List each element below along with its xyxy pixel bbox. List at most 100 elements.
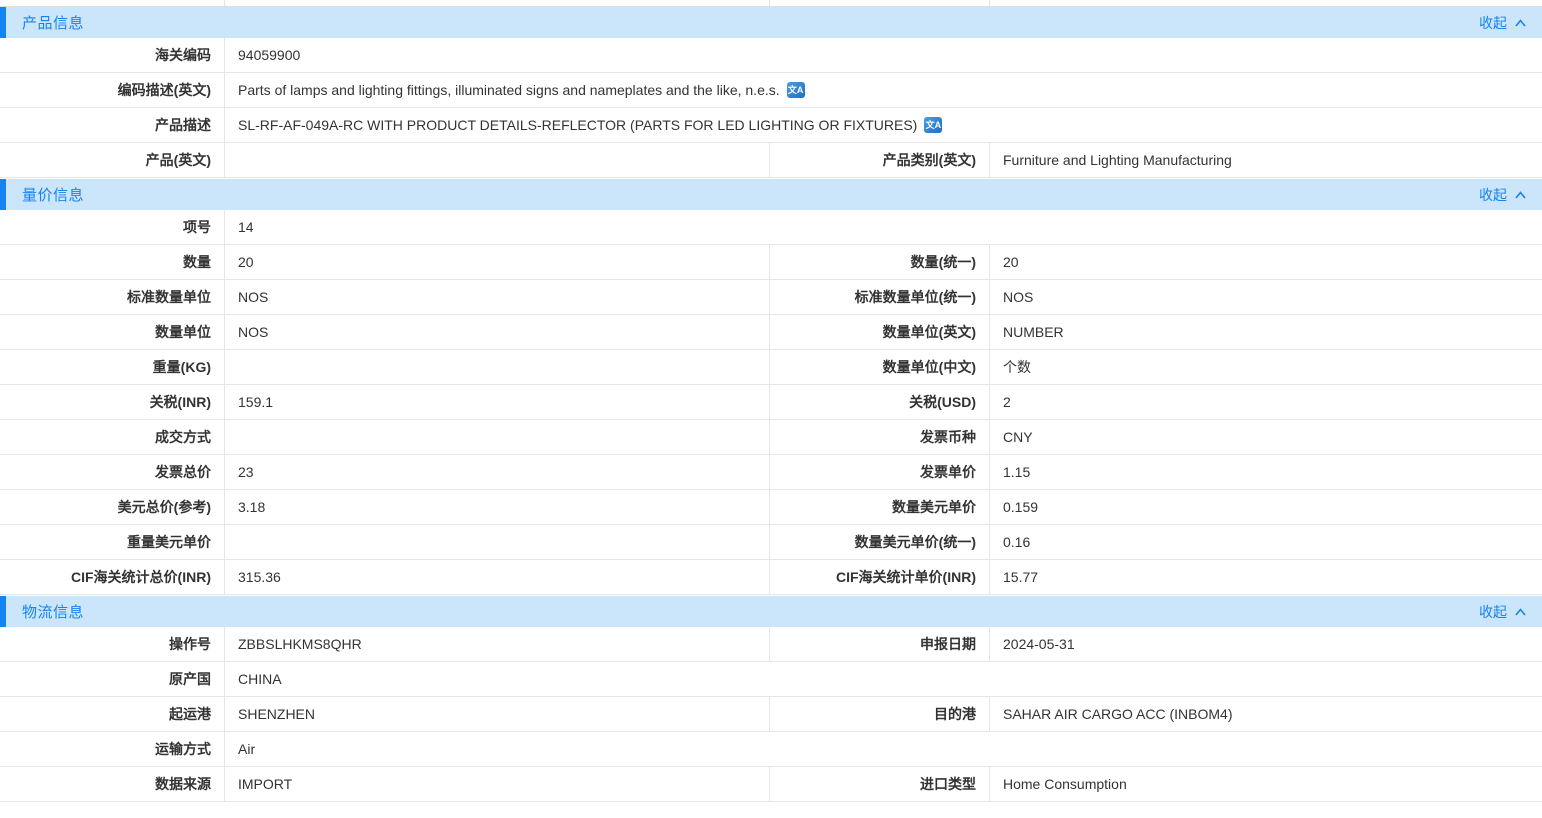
field-label: 数量单位 bbox=[0, 315, 225, 349]
field-label: 数量美元单价(统一) bbox=[770, 525, 990, 559]
field-value: Furniture and Lighting Manufacturing bbox=[990, 143, 1542, 177]
field-value-text: ZBBSLHKMS8QHR bbox=[238, 636, 362, 652]
field-value-text: 20 bbox=[1003, 254, 1019, 270]
field-value: 20 bbox=[225, 245, 770, 279]
field-label: 编码描述(英文) bbox=[0, 73, 225, 107]
field-label: 运输方式 bbox=[0, 732, 225, 766]
collapse-button[interactable]: 收起 bbox=[1479, 13, 1527, 33]
field-value-text: 0.16 bbox=[1003, 534, 1030, 550]
table-row: 操作号ZBBSLHKMS8QHR申报日期2024-05-31 bbox=[0, 627, 1542, 662]
translate-icon[interactable]: 文A bbox=[787, 82, 805, 98]
field-value: 3.18 bbox=[225, 490, 770, 524]
field-value: 315.36 bbox=[225, 560, 770, 594]
field-value: SHENZHEN bbox=[225, 697, 770, 731]
field-value: IMPORT bbox=[225, 767, 770, 801]
table-row: 关税(INR)159.1关税(USD) 2 bbox=[0, 385, 1542, 420]
field-value-text: NOS bbox=[238, 324, 268, 340]
chevron-up-icon bbox=[1514, 17, 1527, 29]
field-value-text: 23 bbox=[238, 464, 254, 480]
translate-icon[interactable]: 文A bbox=[924, 117, 942, 133]
field-value: Home Consumption bbox=[990, 767, 1542, 801]
field-label: 关税(USD) bbox=[770, 385, 990, 419]
table-row: 美元总价(参考)3.18数量美元单价0.159 bbox=[0, 490, 1542, 525]
field-value-text: 315.36 bbox=[238, 569, 281, 585]
field-label: 数量 bbox=[0, 245, 225, 279]
field-value: Parts of lamps and lighting fittings, il… bbox=[225, 73, 1542, 107]
field-value: 2024-05-31 bbox=[990, 627, 1542, 661]
table-row: 数据来源IMPORT进口类型Home Consumption bbox=[0, 767, 1542, 802]
collapse-label: 收起 bbox=[1479, 13, 1507, 33]
field-value-text: Parts of lamps and lighting fittings, il… bbox=[238, 82, 780, 98]
table-row: 数量20数量(统一)20 bbox=[0, 245, 1542, 280]
field-value: SL-RF-AF-049A-RC WITH PRODUCT DETAILS-RE… bbox=[225, 108, 1542, 142]
field-value-text: NUMBER bbox=[1003, 324, 1064, 340]
field-value bbox=[225, 143, 770, 177]
field-label: 发票总价 bbox=[0, 455, 225, 489]
field-value-text: CHINA bbox=[238, 671, 282, 687]
chevron-up-icon bbox=[1514, 606, 1527, 618]
field-label: 美元总价(参考) bbox=[0, 490, 225, 524]
field-value-text: IMPORT bbox=[238, 776, 292, 792]
section-header: 量价信息 收起 bbox=[0, 179, 1542, 210]
clipped-cell bbox=[770, 0, 990, 6]
field-label: 产品描述 bbox=[0, 108, 225, 142]
field-label: 产品类别(英文) bbox=[770, 143, 990, 177]
collapse-label: 收起 bbox=[1479, 185, 1507, 205]
table-row: 产品描述 SL-RF-AF-049A-RC WITH PRODUCT DETAIL… bbox=[0, 108, 1542, 143]
table-row: 原产国CHINA bbox=[0, 662, 1542, 697]
sections-container: 产品信息收起海关编码94059900编码描述(英文)Parts of lamps… bbox=[0, 7, 1542, 802]
field-value: 14 bbox=[225, 210, 1542, 244]
field-label: CIF海关统计总价(INR) bbox=[0, 560, 225, 594]
field-value bbox=[225, 525, 770, 559]
field-value-text: 94059900 bbox=[238, 47, 300, 63]
field-value: 94059900 bbox=[225, 38, 1542, 72]
field-value-text: 2024-05-31 bbox=[1003, 636, 1075, 652]
clipped-cell bbox=[225, 0, 770, 6]
collapse-button[interactable]: 收起 bbox=[1479, 185, 1527, 205]
table-row: 标准数量单位NOS标准数量单位(统一)NOS bbox=[0, 280, 1542, 315]
field-value-text: SAHAR AIR CARGO ACC (INBOM4) bbox=[1003, 706, 1232, 722]
table-row: 产品(英文)产品类别(英文)Furniture and Lighting Man… bbox=[0, 143, 1542, 178]
field-value-text: SL-RF-AF-049A-RC WITH PRODUCT DETAILS-RE… bbox=[238, 117, 917, 133]
field-label: 标准数量单位 bbox=[0, 280, 225, 314]
table-row: 重量(KG)数量单位(中文)个数 bbox=[0, 350, 1542, 385]
field-value: Air bbox=[225, 732, 1542, 766]
field-label: 标准数量单位(统一) bbox=[770, 280, 990, 314]
table-row: 重量美元单价 数量美元单价(统一) 0.16 bbox=[0, 525, 1542, 560]
table-row: 发票总价23发票单价1.15 bbox=[0, 455, 1542, 490]
field-value-text: 1.15 bbox=[1003, 464, 1030, 480]
field-value: 1.15 bbox=[990, 455, 1542, 489]
field-value-text: Furniture and Lighting Manufacturing bbox=[1003, 152, 1232, 168]
field-label: 关税(INR) bbox=[0, 385, 225, 419]
clipped-cell bbox=[990, 0, 1542, 6]
field-value-text: Home Consumption bbox=[1003, 776, 1127, 792]
field-value-text: 20 bbox=[238, 254, 254, 270]
field-value-text: 0.159 bbox=[1003, 499, 1038, 515]
field-value: 2 bbox=[990, 385, 1542, 419]
field-value: 15.77 bbox=[990, 560, 1542, 594]
section-header: 产品信息 收起 bbox=[0, 7, 1542, 38]
field-label: 发票币种 bbox=[770, 420, 990, 454]
table-row: 起运港SHENZHEN目的港SAHAR AIR CARGO ACC (INBOM… bbox=[0, 697, 1542, 732]
field-value: CNY bbox=[990, 420, 1542, 454]
field-value-text: 2 bbox=[1003, 394, 1011, 410]
field-label: 目的港 bbox=[770, 697, 990, 731]
section-title: 量价信息 bbox=[22, 184, 84, 205]
table-row: 运输方式 Air bbox=[0, 732, 1542, 767]
field-value-text: Air bbox=[238, 741, 255, 757]
field-value-text: 14 bbox=[238, 219, 254, 235]
field-label: 重量美元单价 bbox=[0, 525, 225, 559]
section-panel: 产品信息 收起海关编码94059900编码描述(英文) Parts of lamps… bbox=[0, 7, 1542, 178]
table-row: 海关编码94059900 bbox=[0, 38, 1542, 73]
field-label: 项号 bbox=[0, 210, 225, 244]
field-label: 数量单位(中文) bbox=[770, 350, 990, 384]
field-label: 数据来源 bbox=[0, 767, 225, 801]
clipped-cell bbox=[0, 0, 225, 6]
collapse-button[interactable]: 收起 bbox=[1479, 602, 1527, 622]
section-panel: 量价信息收起项号14数量20数量(统一)20标准数量单位NOS标准数量单位(统一… bbox=[0, 179, 1542, 595]
field-value: 0.159 bbox=[990, 490, 1542, 524]
field-value: 20 bbox=[990, 245, 1542, 279]
field-value: SAHAR AIR CARGO ACC (INBOM4) bbox=[990, 697, 1542, 731]
field-value: 159.1 bbox=[225, 385, 770, 419]
section-title: 产品信息 bbox=[22, 12, 84, 33]
